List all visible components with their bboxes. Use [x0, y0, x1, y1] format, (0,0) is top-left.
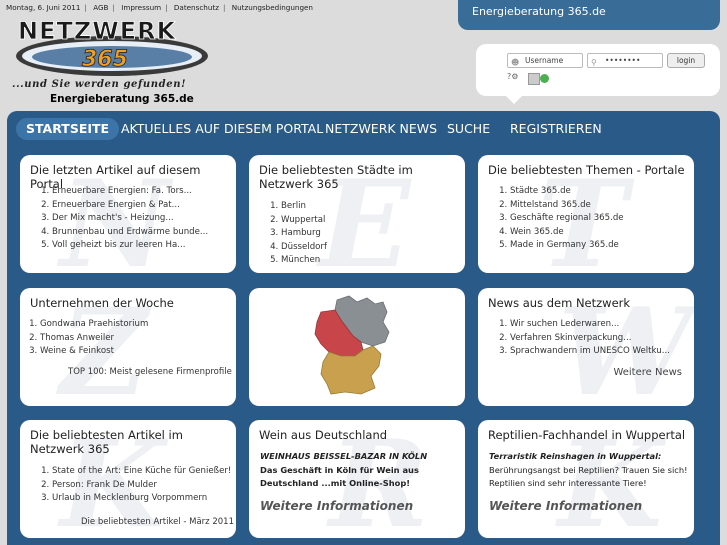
- list-item[interactable]: Verfahren Skinverpackung...: [510, 332, 670, 346]
- login-box: ☻ Username ⚲ •••••••• login ?⚙: [476, 44, 720, 104]
- reptiles-more-link[interactable]: Weitere Informationen: [489, 499, 642, 513]
- list-item[interactable]: Wein 365.de: [510, 226, 624, 240]
- wine-more-link[interactable]: Weitere Informationen: [260, 499, 413, 513]
- netzwerk-365-logo[interactable]: NETZWERK 365: [12, 16, 212, 80]
- username-input[interactable]: ☻ Username: [507, 53, 583, 68]
- popular-cities-list: Berlin Wuppertal Hamburg Düsseldorf Münc…: [257, 200, 327, 268]
- top-links-bar: Montag, 6. Juni 2011 | AGB | Impressum | Da…: [6, 3, 313, 12]
- password-input[interactable]: ⚲ ••••••••: [587, 53, 663, 68]
- list-item[interactable]: Hamburg: [281, 227, 327, 241]
- list-item[interactable]: Sprachwandern im UNESCO Weltku...: [510, 345, 670, 359]
- germany-map-card: [249, 288, 465, 406]
- nav-startseite[interactable]: STARTSEITE: [16, 118, 120, 140]
- popular-themes-title: Die beliebtesten Themen - Portale: [488, 163, 685, 177]
- more-news-link[interactable]: Weitere News: [613, 367, 682, 378]
- popular-articles-title: Die beliebtesten Artikel im Netzwerk 365: [30, 428, 183, 456]
- reptiles-ad-card: K Reptilien-Fachhandel in Wuppertal Terr…: [478, 420, 694, 538]
- list-item[interactable]: Der Mix macht's - Heizung...: [52, 212, 208, 226]
- list-item[interactable]: München: [281, 254, 327, 268]
- nav-aktuelles[interactable]: AKTUELLES AUF DIESEM PORTAL: [121, 118, 323, 140]
- username-placeholder: Username: [525, 56, 564, 65]
- network-news-card: W News aus dem Netzwerk Wir suchen Leder…: [478, 288, 694, 406]
- popular-articles-card: K Die beliebtesten Artikel im Netzwerk 3…: [20, 420, 236, 538]
- top100-link[interactable]: TOP 100: Meist gelesene Firmenprofile: [68, 367, 232, 377]
- agb-link[interactable]: AGB: [93, 3, 108, 12]
- reptiles-line-2: Reptilien sind sehr interessante Tiere!: [489, 478, 647, 488]
- companies-title: Unternehmen der Woche: [30, 296, 174, 310]
- main-content: STARTSEITE AKTUELLES AUF DIESEM PORTAL N…: [7, 111, 720, 545]
- companies-card: Z Unternehmen der Woche Gondwana Praehis…: [20, 288, 236, 406]
- logo-number: 365: [82, 47, 128, 72]
- popular-articles-footer[interactable]: Die beliebtesten Artikel - März 2011: [81, 517, 234, 527]
- nav-suche[interactable]: SUCHE: [447, 118, 490, 140]
- list-item[interactable]: Erneuerbare Energien & Pat...: [52, 199, 208, 213]
- list-item[interactable]: Urlaub in Mecklenburg Vorpommern: [52, 492, 231, 506]
- user-icon: ☻: [511, 58, 520, 67]
- popular-themes-list: Städte 365.de Mittelstand 365.de Geschäf…: [486, 185, 624, 253]
- site-tab: Energieberatung 365.de: [458, 0, 720, 30]
- key-icon: ⚲: [591, 58, 597, 67]
- password-value: ••••••••: [605, 56, 641, 65]
- companies-list: Gondwana Praehistorium Thomas Anweiler W…: [20, 318, 148, 359]
- list-item[interactable]: Thomas Anweiler: [40, 332, 148, 346]
- reptiles-headline[interactable]: Terraristik Reinshagen in Wuppertal:: [489, 450, 687, 464]
- list-item[interactable]: State of the Art: Eine Küche für Genieße…: [52, 465, 231, 479]
- wine-line-2: Deutschland ...mit Online-Shop!: [260, 478, 411, 488]
- portal-subtitle: Energieberatung 365.de: [50, 93, 194, 105]
- site-tab-label: Energieberatung 365.de: [472, 5, 606, 18]
- reptiles-line-1: Berührungsangst bei Reptilien? Trauen Si…: [489, 464, 688, 475]
- logo-text: NETZWERK: [18, 17, 177, 45]
- list-item[interactable]: Made in Germany 365.de: [510, 239, 624, 253]
- list-item[interactable]: Städte 365.de: [510, 185, 624, 199]
- network-news-list: Wir suchen Lederwaren... Verfahren Skinv…: [486, 318, 670, 359]
- add-user-icon[interactable]: [540, 74, 549, 83]
- wine-headline[interactable]: WEINHAUS BEISSEL-BAZAR IN KÖLN: [260, 450, 427, 464]
- nav-netzwerk-news[interactable]: NETZWERK NEWS: [325, 118, 437, 140]
- wine-ad-text: WEINHAUS BEISSEL-BAZAR IN KÖLN Das Gesch…: [260, 450, 427, 491]
- latest-articles-list: Erneuerbare Energien: Fa. Tors... Erneue…: [28, 185, 208, 253]
- popular-articles-list: State of the Art: Eine Küche für Genieße…: [28, 465, 231, 506]
- profile-card-icon[interactable]: [528, 73, 540, 85]
- list-item[interactable]: Erneuerbare Energien: Fa. Tors...: [52, 185, 208, 199]
- reptiles-ad-text: Terraristik Reinshagen in Wuppertal: Ber…: [489, 450, 687, 491]
- list-item[interactable]: Weine & Feinkost: [40, 345, 148, 359]
- list-item[interactable]: Gondwana Praehistorium: [40, 318, 148, 332]
- list-item[interactable]: Person: Frank De Mulder: [52, 479, 231, 493]
- list-item[interactable]: Berlin: [281, 200, 327, 214]
- help-icon[interactable]: ?⚙: [507, 72, 518, 81]
- datenschutz-link[interactable]: Datenschutz: [174, 3, 219, 12]
- tagline: ...und Sie werden gefunden!: [12, 79, 187, 90]
- reptiles-title: Reptilien-Fachhandel in Wuppertal: [488, 428, 686, 442]
- list-item[interactable]: Voll geheizt bis zur leeren Ha...: [52, 239, 208, 253]
- wine-title: Wein aus Deutschland: [259, 428, 388, 442]
- login-button[interactable]: login: [667, 53, 705, 68]
- popular-themes-card: T Die beliebtesten Themen - Portale Städ…: [478, 155, 694, 273]
- nutzungsbedingungen-link[interactable]: Nutzungsbedingungen: [232, 3, 313, 12]
- network-news-title: News aus dem Netzwerk: [488, 296, 631, 310]
- list-item[interactable]: Brunnenbau und Erdwärme bunde...: [52, 226, 208, 240]
- nav-registrieren[interactable]: REGISTRIEREN: [510, 118, 602, 140]
- list-item[interactable]: Wir suchen Lederwaren...: [510, 318, 670, 332]
- popular-cities-title: Die beliebtesten Städte im Netzwerk 365: [259, 163, 413, 191]
- impressum-link[interactable]: Impressum: [121, 3, 161, 12]
- wine-line-1: Das Geschäft in Köln für Wein aus: [260, 464, 419, 475]
- list-item[interactable]: Mittelstand 365.de: [510, 199, 624, 213]
- wine-ad-card: R Wein aus Deutschland WEINHAUS BEISSEL-…: [249, 420, 465, 538]
- latest-articles-card: N Die letzten Artikel auf diesem Portal …: [20, 155, 236, 273]
- popular-cities-card: E Die beliebtesten Städte im Netzwerk 36…: [249, 155, 465, 273]
- list-item[interactable]: Düsseldorf: [281, 241, 327, 255]
- list-item[interactable]: Geschäfte regional 365.de: [510, 212, 624, 226]
- list-item[interactable]: Wuppertal: [281, 214, 327, 228]
- current-date: Montag, 6. Juni 2011: [6, 3, 81, 12]
- germany-map[interactable]: [249, 288, 465, 406]
